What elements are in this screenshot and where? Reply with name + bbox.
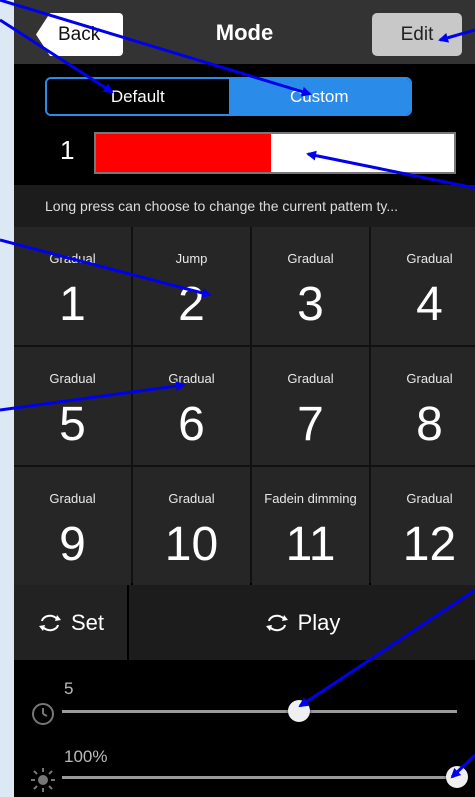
mode-type-label: Gradual: [49, 491, 96, 506]
mode-number: 10: [164, 518, 219, 571]
clock-icon: [32, 703, 54, 725]
brightness-slider-track[interactable]: [62, 776, 457, 779]
mode-number: 4: [416, 278, 443, 331]
brightness-value: 100%: [64, 747, 108, 766]
speed-value: 5: [64, 679, 74, 698]
segment-custom[interactable]: Custom: [228, 79, 410, 114]
channel-number: 1: [60, 135, 75, 165]
mode-cell[interactable]: Gradual 10: [133, 467, 250, 585]
mode-type-label: Gradual: [287, 251, 334, 266]
speed-slider-thumb[interactable]: [288, 700, 310, 722]
mode-type-label: Gradual: [49, 371, 96, 386]
mode-cell[interactable]: Gradual 4: [371, 227, 475, 345]
mode-number: 6: [178, 398, 205, 451]
mode-cell[interactable]: Gradual 9: [14, 467, 131, 585]
mode-type-label: Gradual: [406, 371, 453, 386]
phone-screen: Back Mode Edit Default Custom 1 Long pre…: [14, 0, 475, 797]
mode-type-label: Fadein dimming: [264, 491, 357, 506]
mode-number: 1: [59, 278, 86, 331]
hint-text: Long press can choose to change the curr…: [14, 185, 475, 227]
brightness-slider-thumb[interactable]: [446, 766, 468, 788]
mode-cell[interactable]: Gradual 3: [252, 227, 369, 345]
mode-number: 5: [59, 398, 86, 451]
play-button[interactable]: Play: [129, 585, 475, 660]
mode-type-label: Jump: [175, 251, 208, 266]
mode-cell[interactable]: Fadein dimming 11: [252, 467, 369, 585]
mode-number: 8: [416, 398, 443, 451]
control-row: Set Play: [14, 585, 475, 660]
mode-number: 3: [297, 278, 324, 331]
mode-segmented-control: Default Custom: [45, 77, 412, 116]
mode-cell[interactable]: Gradual 12: [371, 467, 475, 585]
speed-slider-track[interactable]: [62, 710, 457, 713]
mode-number: 7: [297, 398, 324, 451]
edit-button[interactable]: Edit: [372, 13, 462, 56]
mode-number: 2: [178, 278, 205, 331]
cycle-icon: [265, 614, 288, 631]
mode-cell[interactable]: Gradual 7: [252, 347, 369, 465]
set-button[interactable]: Set: [14, 585, 129, 660]
segment-default[interactable]: Default: [47, 79, 229, 114]
nav-bar: Back Mode Edit: [14, 0, 475, 64]
mode-cell[interactable]: Gradual 8: [371, 347, 475, 465]
channel-level-fill: [96, 134, 272, 172]
mode-type-label: Gradual: [406, 251, 453, 266]
mode-type-label: Gradual: [168, 371, 215, 386]
mode-type-label: Gradual: [287, 371, 334, 386]
cycle-icon: [38, 614, 61, 631]
slider-area: 5 100%: [14, 663, 475, 797]
mode-number: 12: [402, 518, 457, 571]
play-label: Play: [297, 609, 341, 635]
mode-cell[interactable]: Jump 2: [133, 227, 250, 345]
sun-icon: [31, 768, 55, 792]
channel-level-bar[interactable]: [94, 132, 456, 174]
set-label: Set: [70, 609, 105, 635]
mode-grid: Gradual 1 Jump 2 Gradual 3 Gradual 4 Gradual 5 Gra…: [14, 227, 475, 585]
mode-type-label: Gradual: [168, 491, 215, 506]
mode-cell[interactable]: Gradual 6: [133, 347, 250, 465]
mode-number: 9: [59, 518, 86, 571]
mode-cell[interactable]: Gradual 5: [14, 347, 131, 465]
mode-number: 11: [285, 518, 336, 571]
mode-type-label: Gradual: [49, 251, 96, 266]
mode-type-label: Gradual: [406, 491, 453, 506]
mode-cell[interactable]: Gradual 1: [14, 227, 131, 345]
